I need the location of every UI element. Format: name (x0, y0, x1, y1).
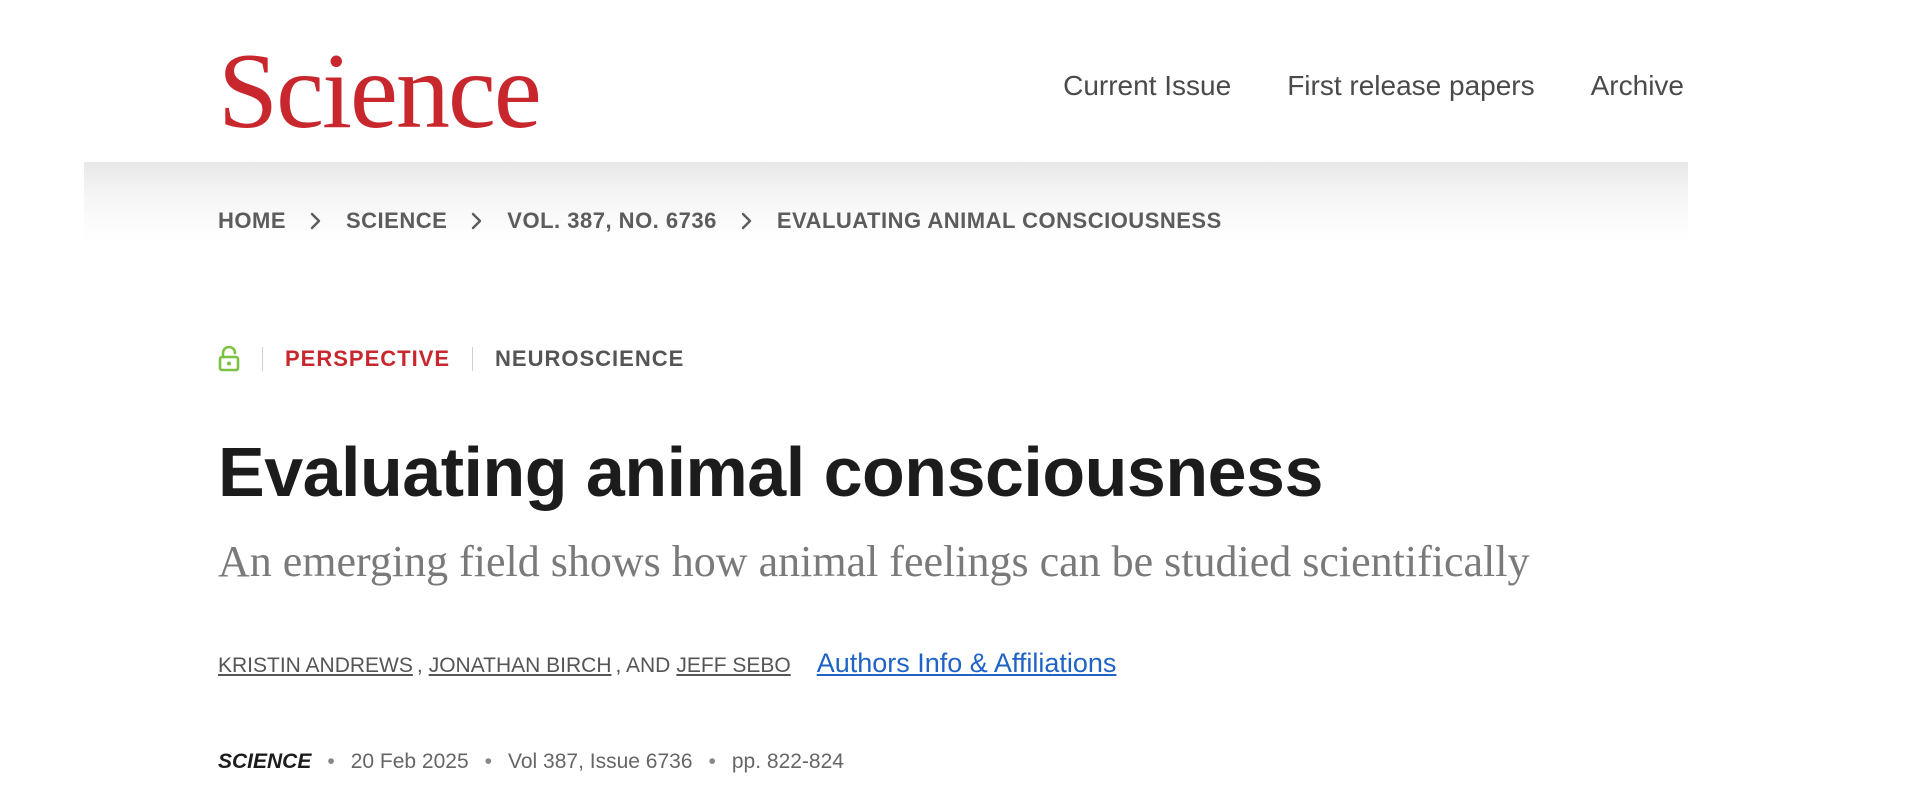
citation-separator: • (484, 750, 493, 773)
nav-current-issue[interactable]: Current Issue (1063, 70, 1231, 102)
article-subject-link[interactable]: NEUROSCIENCE (495, 346, 684, 372)
author-list: KRISTIN ANDREWS , JONATHAN BIRCH , AND J… (218, 648, 1116, 679)
breadcrumb-science[interactable]: SCIENCE (346, 208, 447, 234)
journal-name: SCIENCE (218, 750, 312, 773)
unlock-icon (218, 346, 240, 372)
meta-divider (472, 347, 474, 371)
page: Science Current Issue First release pape… (0, 0, 1906, 803)
article-meta: PERSPECTIVE NEUROSCIENCE (218, 346, 684, 372)
main-nav: Current Issue First release papers Archi… (1063, 70, 1684, 102)
citation-separator: • (327, 750, 335, 773)
meta-divider (262, 347, 263, 371)
page-range: pp. 822-824 (731, 750, 844, 773)
author-link[interactable]: JEFF SEBO (676, 654, 790, 678)
breadcrumb-current: EVALUATING ANIMAL CONSCIOUSNESS (776, 208, 1222, 233)
publication-date: 20 Feb 2025 (350, 750, 469, 773)
chevron-right-icon (741, 212, 753, 230)
author-separator: , (416, 654, 423, 677)
article-title: Evaluating animal consciousness (218, 433, 1323, 511)
volume-issue-link[interactable]: Vol 387, Issue 6736 (508, 750, 692, 774)
breadcrumb-home[interactable]: HOME (218, 208, 286, 234)
nav-archive[interactable]: Archive (1591, 70, 1684, 102)
citation-separator: • (708, 750, 716, 773)
chevron-right-icon (471, 212, 483, 230)
article-type-link[interactable]: PERSPECTIVE (285, 346, 450, 372)
nav-first-release-papers[interactable]: First release papers (1287, 70, 1534, 102)
science-logo[interactable]: Science (218, 38, 542, 146)
author-link[interactable]: JONATHAN BIRCH (429, 654, 612, 678)
author-separator: , AND (615, 654, 671, 677)
breadcrumb: HOME SCIENCE VOL. 387, NO. 6736 EVALUATI… (218, 208, 1222, 234)
chevron-right-icon (310, 212, 322, 230)
authors-affiliations-link[interactable]: Authors Info & Affiliations (817, 648, 1117, 679)
article-subtitle: An emerging field shows how animal feeli… (218, 537, 1530, 586)
breadcrumb-volume[interactable]: VOL. 387, NO. 6736 (507, 208, 717, 234)
citation-line: SCIENCE • 20 Feb 2025 • Vol 387, Issue 6… (218, 750, 844, 774)
author-link[interactable]: KRISTIN ANDREWS (218, 654, 413, 678)
